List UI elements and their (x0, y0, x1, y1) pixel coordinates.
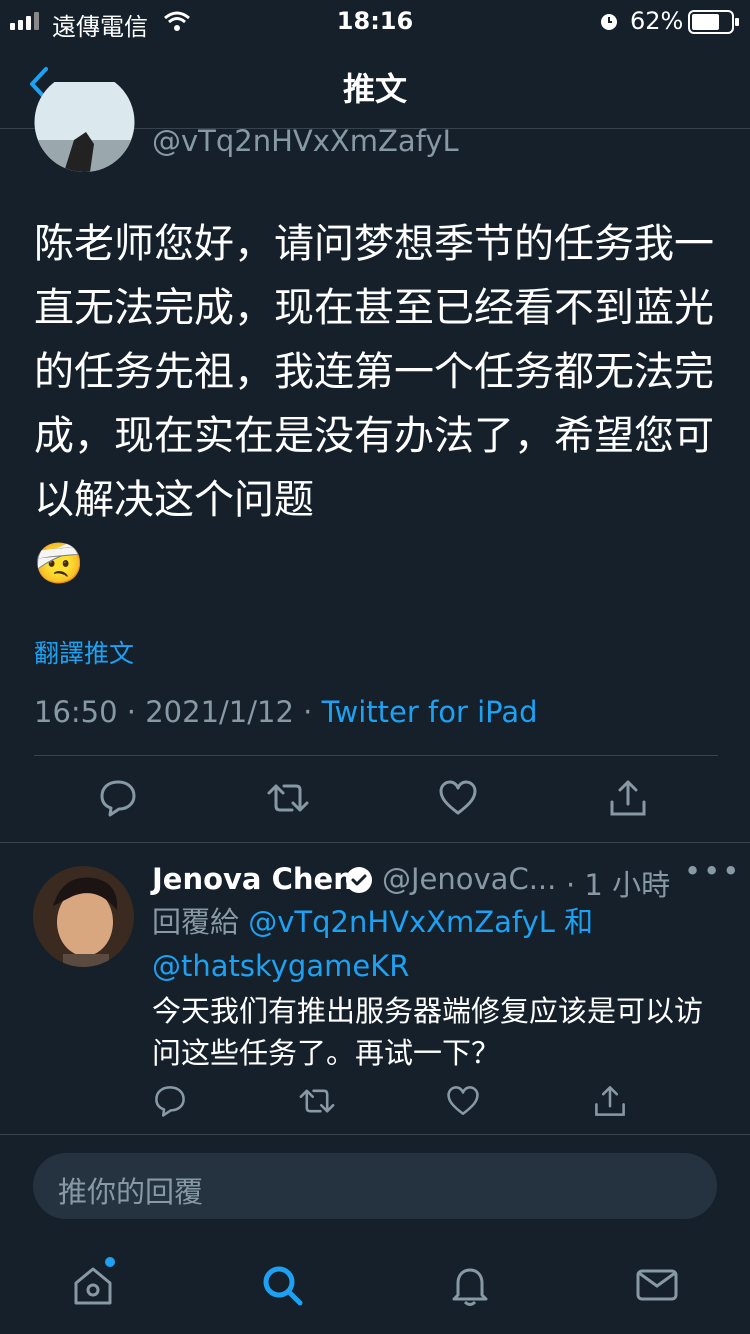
new-content-dot (105, 1257, 115, 1267)
share-icon (595, 1086, 625, 1116)
reply-to-user-link[interactable]: @thatskygameKR (152, 949, 409, 983)
divider (0, 1134, 750, 1135)
reply-button[interactable] (88, 768, 148, 828)
search-icon (263, 1266, 303, 1306)
retweet-icon (267, 784, 309, 812)
tab-bar (0, 1240, 750, 1334)
divider (0, 842, 750, 843)
share-button[interactable] (598, 768, 658, 828)
reply-author-name[interactable]: Jenova Chen (152, 862, 354, 896)
tab-search[interactable] (247, 1250, 317, 1320)
tweet-date: 2021/1/12 (145, 695, 294, 729)
author-handle[interactable]: @vTq2nHVxXmZafyL (152, 124, 459, 158)
reply-to-line: 回覆給 @vTq2nHVxXmZafyL 和 @thatskygameKR (152, 905, 594, 983)
tweet-text: 陈老师您好，请问梦想季节的任务我一直无法完成，现在甚至已经看不到蓝光的任务先祖，… (34, 221, 714, 587)
reply-icon (100, 780, 136, 817)
tweet-emoji: 🤕 (34, 541, 84, 587)
divider (34, 755, 718, 756)
messages-icon (636, 1269, 678, 1301)
like-icon (447, 1086, 479, 1116)
like-button[interactable] (433, 1071, 493, 1131)
retweet-button[interactable] (287, 1071, 347, 1131)
battery-percent: 62% (630, 7, 684, 35)
reply-button[interactable] (140, 1071, 200, 1131)
reply-author-avatar[interactable] (33, 866, 134, 967)
tab-home[interactable] (58, 1250, 128, 1320)
share-button[interactable] (580, 1071, 640, 1131)
translate-tweet-link[interactable]: 翻譯推文 (34, 634, 134, 670)
tab-messages[interactable] (622, 1250, 692, 1320)
more-options-button[interactable]: ••• (684, 854, 741, 888)
tweet-meta: 16:50 · 2021/1/12 · Twitter for iPad (34, 695, 538, 729)
author-avatar[interactable] (34, 82, 135, 172)
retweet-button[interactable] (258, 768, 318, 828)
share-icon (610, 780, 646, 816)
tab-notifications[interactable] (435, 1250, 505, 1320)
reply-icon (155, 1086, 185, 1117)
reply-author-handle[interactable]: @JenovaC... (382, 862, 556, 896)
tweet-source-link[interactable]: Twitter for iPad (322, 695, 538, 729)
retweet-icon (299, 1089, 335, 1113)
like-button[interactable] (428, 768, 488, 828)
reply-input-placeholder: 推你的回覆 (58, 1175, 204, 1209)
home-icon (74, 1267, 112, 1305)
verified-badge-icon (346, 867, 372, 893)
status-bar: 遠傳電信 18:16 62% (0, 0, 750, 41)
reply-to-user-link[interactable]: @vTq2nHVxXmZafyL (248, 905, 555, 939)
tweet-time: 16:50 (34, 695, 118, 729)
notifications-icon (452, 1268, 488, 1306)
battery-icon (688, 10, 739, 34)
reply-time: · 1 小時 (566, 868, 671, 902)
alarm-icon (601, 14, 617, 30)
reply-text: 今天我们有推出服务器端修复应该是可以访问这些任务了。再试一下？ (152, 994, 704, 1070)
like-icon (439, 780, 477, 815)
